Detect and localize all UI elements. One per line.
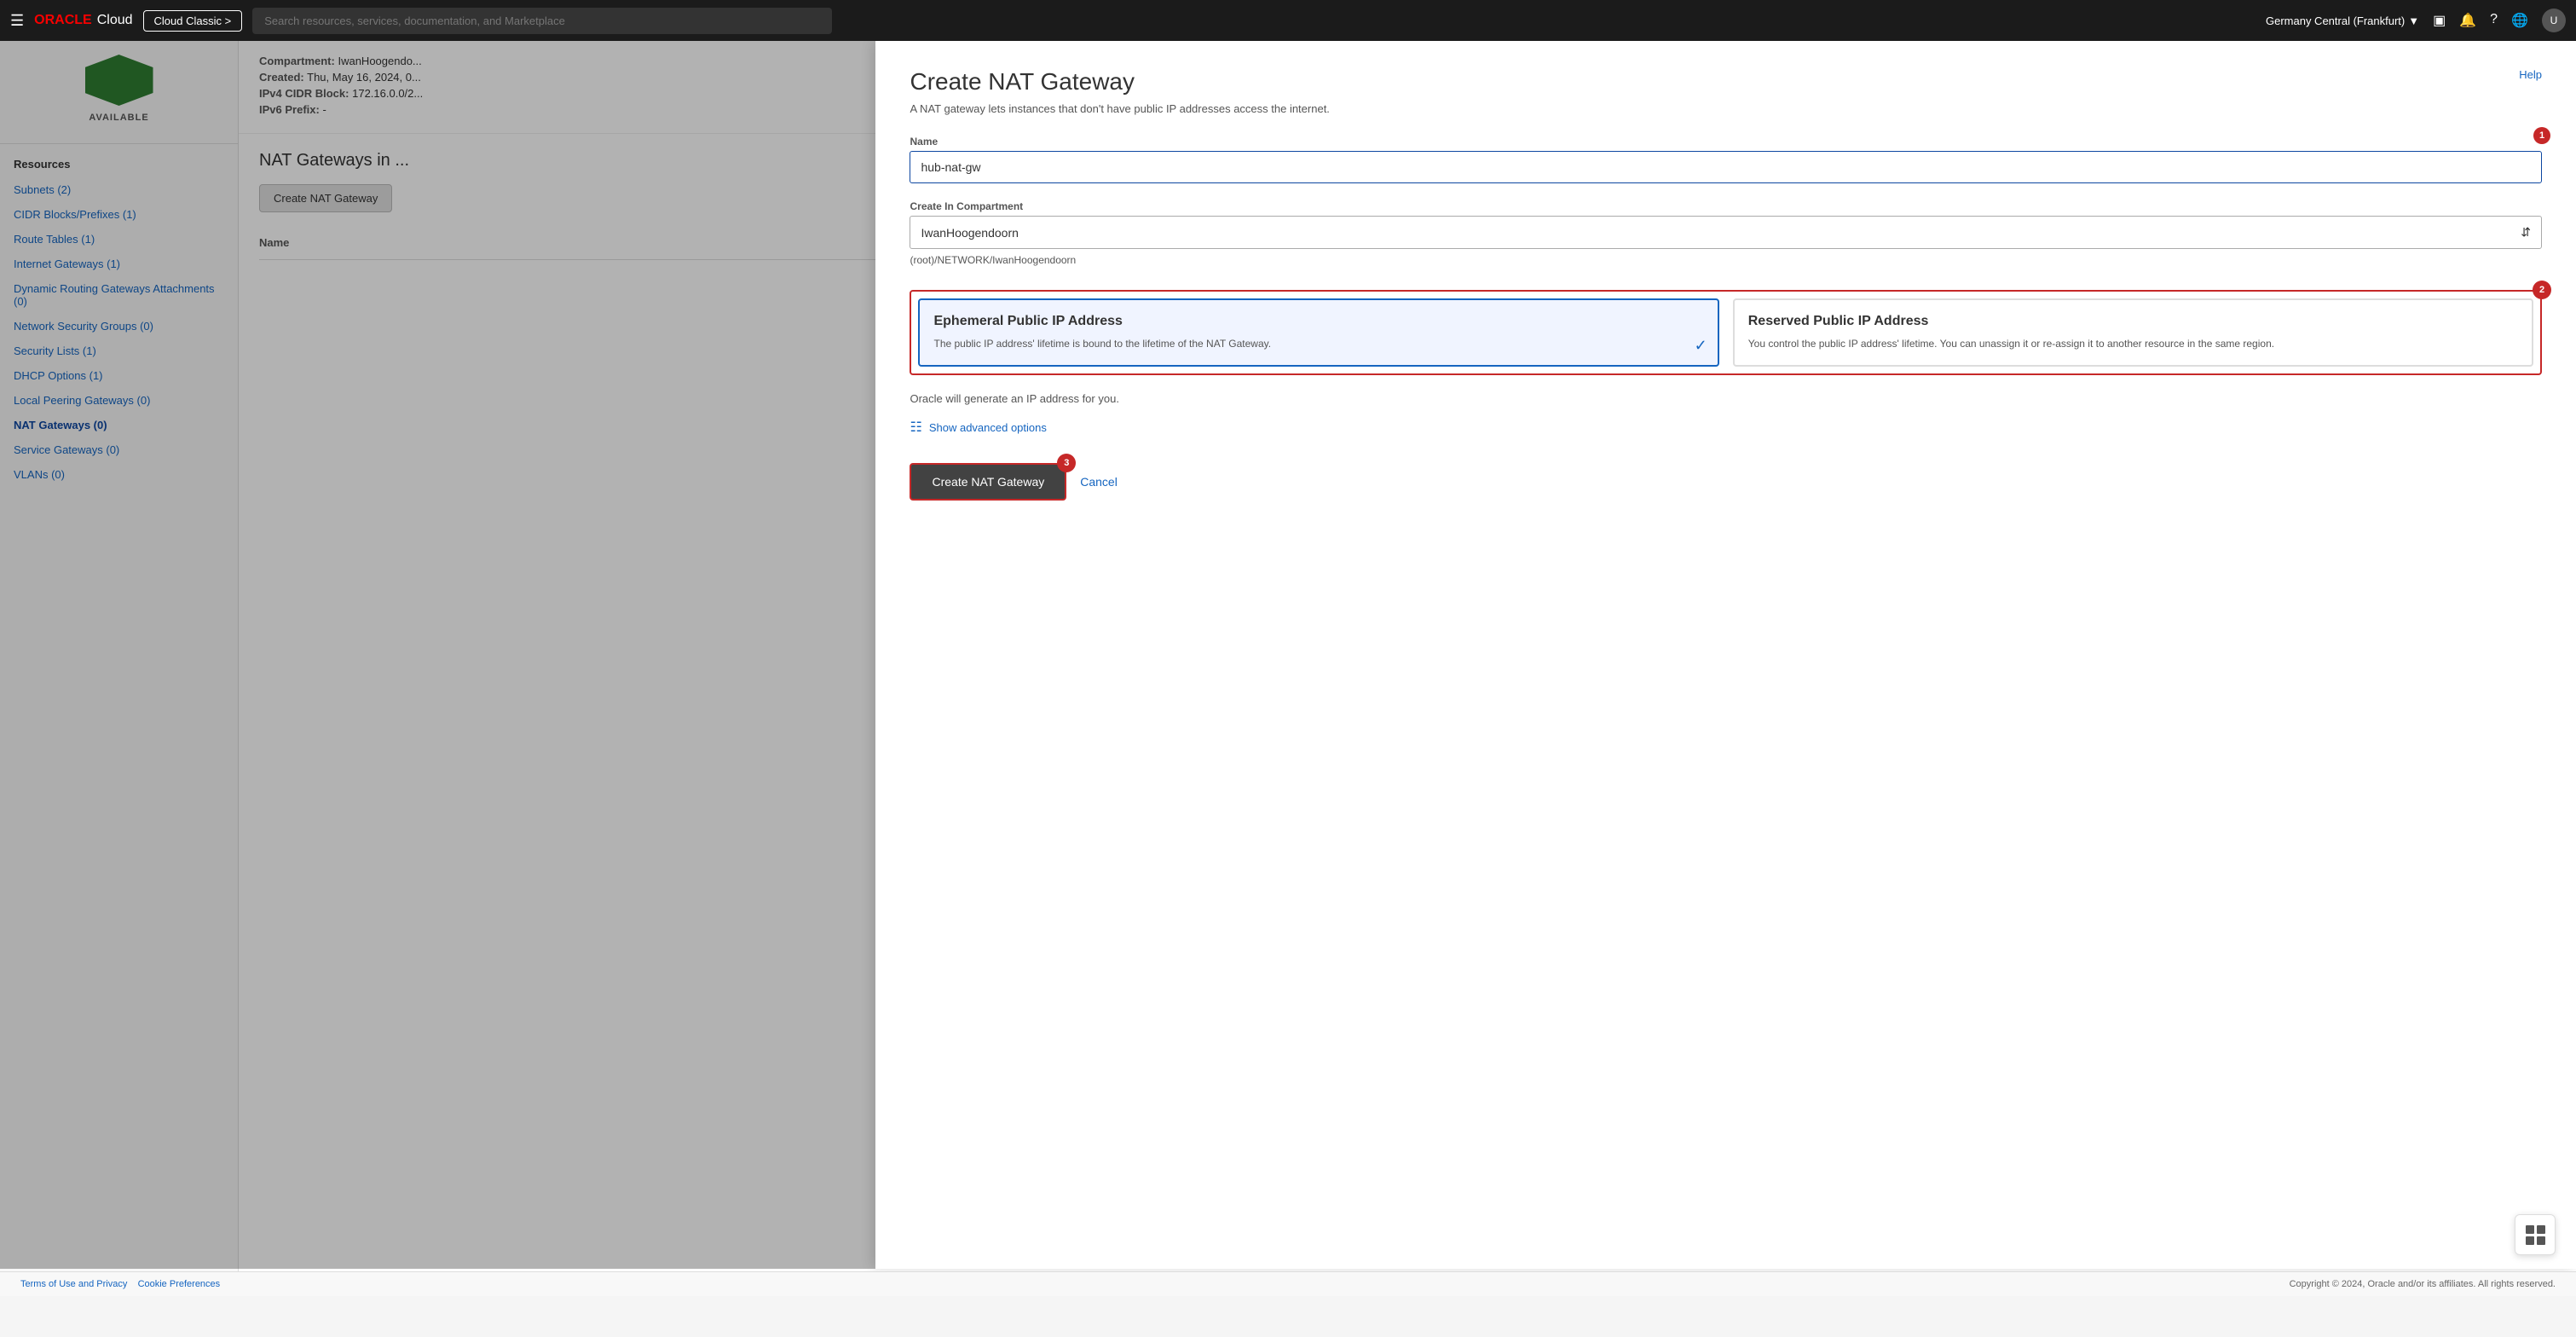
name-label: Name <box>910 136 2542 148</box>
navbar: ☰ ORACLE Cloud Cloud Classic > Germany C… <box>0 0 2576 41</box>
search-input[interactable] <box>252 8 832 34</box>
modal-title: Create NAT Gateway <box>910 68 2542 96</box>
modal-create-nat-gateway-button[interactable]: Create NAT Gateway <box>910 463 1066 501</box>
reserved-ip-title: Reserved Public IP Address <box>1748 314 2518 329</box>
oracle-wordmark: ORACLE <box>34 13 92 28</box>
compartment-select[interactable]: IwanHoogendoorn ⇵ <box>910 216 2542 249</box>
ip-options-container: 2 Ephemeral Public IP Address The public… <box>910 290 2542 375</box>
footer-right: Copyright © 2024, Oracle and/or its affi… <box>2290 1279 2556 1289</box>
compartment-path: (root)/NETWORK/IwanHoogendoorn <box>910 252 2542 273</box>
create-btn-wrapper: 3 Create NAT Gateway <box>910 463 1066 501</box>
region-label: Germany Central (Frankfurt) <box>2266 14 2405 27</box>
name-form-group: Name 1 <box>910 136 2542 183</box>
reserved-ip-option[interactable]: Reserved Public IP Address You control t… <box>1733 298 2533 367</box>
compartment-select-value: IwanHoogendoorn <box>921 226 1018 240</box>
name-input[interactable] <box>910 151 2542 183</box>
region-chevron-icon: ▼ <box>2408 14 2419 27</box>
globe-icon[interactable]: 🌐 <box>2511 12 2528 29</box>
modal-footer: 3 Create NAT Gateway Cancel <box>910 463 2542 501</box>
copyright-text: Copyright © 2024, Oracle and/or its affi… <box>2290 1279 2556 1289</box>
bell-icon[interactable]: 🔔 <box>2459 12 2476 29</box>
compartment-form-label: Create In Compartment <box>910 200 2542 212</box>
modal-cancel-button[interactable]: Cancel <box>1080 475 1118 489</box>
reserved-ip-desc: You control the public IP address' lifet… <box>1748 336 2518 351</box>
navbar-icons: ▣ 🔔 ? 🌐 <box>2433 12 2528 29</box>
menu-icon[interactable]: ☰ <box>10 12 24 30</box>
cloud-wordmark: Cloud <box>97 13 133 28</box>
compartment-form-group: Create In Compartment IwanHoogendoorn ⇵ … <box>910 200 2542 273</box>
ephemeral-ip-title: Ephemeral Public IP Address <box>933 314 1703 329</box>
advanced-options-icon: ☷ <box>910 419 921 436</box>
navbar-right: Germany Central (Frankfurt) ▼ ▣ 🔔 ? 🌐 U <box>2266 9 2566 32</box>
modal-help-link[interactable]: Help <box>2519 68 2542 81</box>
oracle-note: Oracle will generate an IP address for y… <box>910 392 2542 405</box>
ip-options-row: Ephemeral Public IP Address The public I… <box>910 290 2542 375</box>
terms-link[interactable]: Terms of Use and Privacy <box>20 1279 127 1289</box>
step1-badge: 1 <box>2533 127 2550 144</box>
compartment-select-chevron-icon: ⇵ <box>2521 225 2531 240</box>
help-icon[interactable]: ? <box>2490 12 2498 29</box>
cloud-classic-button[interactable]: Cloud Classic > <box>143 10 243 32</box>
region-selector[interactable]: Germany Central (Frankfurt) ▼ <box>2266 14 2419 27</box>
avatar[interactable]: U <box>2542 9 2566 32</box>
footer: Terms of Use and Privacy Cookie Preferen… <box>0 1271 2576 1296</box>
help-grid-icon <box>2526 1225 2545 1245</box>
ephemeral-ip-desc: The public IP address' lifetime is bound… <box>933 336 1703 351</box>
show-advanced-label: Show advanced options <box>929 421 1047 434</box>
cookie-link[interactable]: Cookie Preferences <box>138 1279 221 1289</box>
help-widget[interactable] <box>2515 1214 2556 1255</box>
footer-left: Terms of Use and Privacy Cookie Preferen… <box>20 1279 220 1289</box>
terminal-icon[interactable]: ▣ <box>2433 12 2446 29</box>
show-advanced-options[interactable]: ☷ Show advanced options <box>910 419 2542 436</box>
step3-badge: 3 <box>1057 454 1076 472</box>
modal-description: A NAT gateway lets instances that don't … <box>910 102 2542 115</box>
oracle-logo: ORACLE Cloud <box>34 13 132 28</box>
ephemeral-ip-option[interactable]: Ephemeral Public IP Address The public I… <box>918 298 1718 367</box>
modal-overlay: Create NAT Gateway Help A NAT gateway le… <box>0 41 2576 1269</box>
ephemeral-check-icon: ✓ <box>1695 337 1707 355</box>
modal-panel: Create NAT Gateway Help A NAT gateway le… <box>875 41 2576 1269</box>
step2-badge: 2 <box>2533 281 2551 299</box>
